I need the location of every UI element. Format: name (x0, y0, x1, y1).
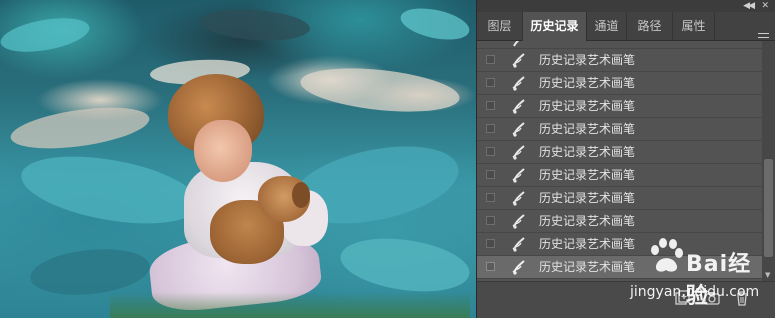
history-panel: ◀◀ ✕ 图层 历史记录 通道 路径 属性 历史记录艺术画笔 历史记录艺术画笔 … (476, 0, 775, 318)
history-item[interactable]: 历史记录艺术画笔 (477, 49, 762, 72)
history-art-brush-icon (512, 122, 525, 137)
paint-stroke (0, 12, 92, 58)
grass (110, 292, 470, 318)
history-item[interactable]: 历史记录艺术画笔 (477, 141, 762, 164)
tab-properties[interactable]: 属性 (673, 12, 715, 41)
history-art-brush-icon (512, 53, 525, 68)
history-item-label: 历史记录艺术画笔 (539, 53, 636, 67)
history-source-checkbox[interactable] (486, 55, 495, 64)
history-art-brush-icon (512, 145, 525, 160)
tab-history[interactable]: 历史记录 (523, 12, 587, 41)
history-source-checkbox[interactable] (486, 101, 495, 110)
history-art-brush-icon (513, 41, 520, 47)
history-scrollbar[interactable]: ▼ (762, 41, 775, 281)
paint-stroke (8, 100, 152, 156)
history-item-label: 历史记录艺术画笔 (539, 237, 636, 251)
history-panel-footer (477, 281, 775, 318)
history-item[interactable]: 历史记录艺术画笔 (477, 95, 762, 118)
history-art-brush-icon (512, 99, 525, 114)
history-list[interactable]: 历史记录艺术画笔 历史记录艺术画笔 历史记录艺术画笔 历史记录艺术画笔 历史记录… (477, 41, 762, 281)
history-art-brush-icon (512, 214, 525, 229)
history-item-label: 历史记录艺术画笔 (539, 145, 636, 159)
history-source-checkbox[interactable] (486, 239, 495, 248)
history-item[interactable]: 历史记录艺术画笔 (477, 164, 762, 187)
history-source-checkbox[interactable] (486, 124, 495, 133)
delete-icon[interactable] (733, 289, 751, 307)
photoshop-workspace: ◀◀ ✕ 图层 历史记录 通道 路径 属性 历史记录艺术画笔 历史记录艺术画笔 … (0, 0, 775, 318)
history-item[interactable]: 历史记录艺术画笔 (477, 233, 762, 256)
close-panel-icon[interactable]: ✕ (761, 0, 769, 12)
history-art-brush-icon (512, 237, 525, 252)
history-art-brush-icon (512, 76, 525, 91)
history-item-label: 历史记录艺术画笔 (539, 168, 636, 182)
history-source-checkbox[interactable] (486, 170, 495, 179)
history-source-checkbox[interactable] (486, 193, 495, 202)
history-art-brush-icon (512, 191, 525, 206)
history-source-checkbox[interactable] (486, 147, 495, 156)
history-item[interactable]: 历史记录艺术画笔 (477, 210, 762, 233)
history-item-label: 历史记录艺术画笔 (539, 99, 636, 113)
boy-face (194, 120, 252, 182)
document-canvas[interactable] (0, 0, 476, 318)
history-item-label: 历史记录艺术画笔 (539, 122, 636, 136)
history-source-checkbox[interactable] (486, 78, 495, 87)
history-source-checkbox[interactable] (486, 216, 495, 225)
panel-tabs: 图层 历史记录 通道 路径 属性 (477, 12, 775, 42)
new-document-from-state-icon[interactable] (673, 289, 691, 307)
paint-stroke (298, 61, 462, 119)
paint-stroke (16, 144, 204, 236)
new-snapshot-icon[interactable] (703, 289, 721, 307)
history-item-label: 历史记录艺术画笔 (539, 191, 636, 205)
paint-stroke (199, 6, 311, 44)
history-item-label: 历史记录艺术画笔 (539, 260, 636, 274)
history-item-partial[interactable] (477, 41, 762, 49)
history-item[interactable]: 历史记录艺术画笔 (477, 187, 762, 210)
tab-layers[interactable]: 图层 (477, 12, 523, 41)
history-item-current[interactable]: 历史记录艺术画笔 (477, 256, 762, 279)
tab-channels[interactable]: 通道 (587, 12, 627, 41)
history-art-brush-icon (512, 260, 525, 275)
history-item-label: 历史记录艺术画笔 (539, 214, 636, 228)
history-item-label: 历史记录艺术画笔 (539, 76, 636, 90)
history-item[interactable]: 历史记录艺术画笔 (477, 72, 762, 95)
scroll-down-arrow-icon[interactable]: ▼ (765, 271, 770, 279)
paint-stroke (397, 3, 473, 45)
history-art-brush-icon (512, 168, 525, 183)
panel-title-bar[interactable]: ◀◀ ✕ (477, 0, 775, 12)
history-source-checkbox[interactable] (486, 262, 495, 271)
collapse-panels-icon[interactable]: ◀◀ (743, 0, 755, 12)
paint-stroke (337, 231, 473, 299)
tab-paths[interactable]: 路径 (627, 12, 673, 41)
scrollbar-thumb[interactable] (764, 159, 773, 257)
puppy-ear (292, 182, 310, 208)
history-item[interactable]: 历史记录艺术画笔 (477, 118, 762, 141)
